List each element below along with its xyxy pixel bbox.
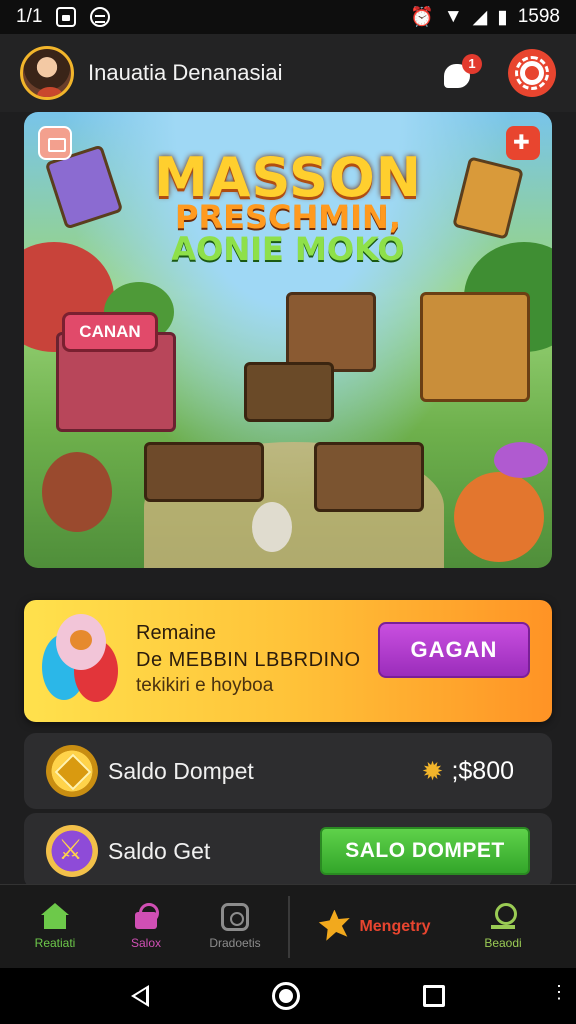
banner-subtitle-2: AONIE MOKO (171, 230, 405, 268)
username: Inauatia Denanasiai (88, 60, 283, 85)
fox-character (42, 452, 112, 532)
nav-label: Beaodi (484, 936, 522, 950)
wooden-house (286, 292, 376, 372)
claim-button[interactable]: GAGAN (378, 622, 530, 678)
robot-character (252, 502, 292, 552)
back-icon[interactable] (131, 985, 150, 1007)
notification-button[interactable]: 1 (444, 54, 482, 88)
location-pin-icon (489, 903, 517, 931)
offer-subtitle: De MEBBIN LBBRDINO (136, 649, 361, 671)
offer-detail: tekikiri e hoyboa (136, 675, 274, 696)
nav-label: Mengetry (359, 917, 431, 935)
wallet-button[interactable]: SALO DOMPET (320, 827, 530, 875)
wifi-icon: ▼ (443, 6, 463, 27)
nav-label: Dradoetis (209, 936, 261, 950)
nav-label: Salox (130, 936, 162, 950)
notification-badge: 1 (462, 54, 482, 74)
home-button-icon[interactable] (271, 982, 300, 1010)
star-badge-icon (318, 909, 350, 941)
gear-coin-icon: ✹ (421, 755, 444, 786)
get-balance-card[interactable]: Saldo Get SALO DOMPET (24, 813, 552, 889)
recents-icon[interactable] (422, 985, 445, 1007)
stall-sign: CANAN (62, 312, 158, 352)
gallery-icon[interactable] (38, 126, 72, 160)
puzzle-icon[interactable] (506, 126, 540, 160)
egg-bundle-icon (42, 614, 126, 706)
signal-icon: ◢ (472, 6, 488, 28)
sword-coin-icon (46, 825, 98, 877)
wallet-amount: ;$800 (451, 756, 514, 785)
status-bar: 1/1 ⏰ ▼ ◢ ▮ 1598 (0, 0, 576, 34)
nav-item-shop[interactable]: Salox (110, 903, 182, 950)
status-clock: 1598 (517, 6, 560, 27)
mushroom (494, 442, 548, 478)
gold-coin-icon (46, 745, 98, 797)
bottom-nav: Reatiati Salox Dradoetis Mengetry Beaodi (0, 884, 576, 968)
shop-house (420, 292, 530, 402)
fox-character (454, 472, 544, 562)
gear-icon (515, 56, 549, 90)
shop-icon (132, 903, 160, 931)
market-table (244, 362, 334, 422)
avatar[interactable] (20, 46, 74, 100)
camera-icon (221, 903, 249, 931)
offer-title: Remaine (136, 622, 217, 644)
crafting-table (314, 442, 424, 512)
image-icon (56, 7, 77, 27)
nav-item-location[interactable]: Beaodi (458, 903, 548, 950)
battery-icon: ▮ (497, 6, 508, 28)
nav-item-home[interactable]: Reatiati (0, 903, 110, 950)
get-label: Saldo Get (108, 837, 211, 864)
app-header: Inauatia Denanasiai 1 (0, 34, 576, 112)
status-time: 1/1 (16, 6, 43, 27)
alarm-icon: ⏰ (410, 7, 434, 28)
more-vert-icon[interactable]: ⋮ (550, 982, 568, 1003)
nav-item-mengetry[interactable]: Mengetry (290, 909, 458, 944)
system-nav-bar (0, 968, 576, 1024)
offer-card[interactable]: Remaine De MEBBIN LBBRDINO tekikiri e ho… (24, 600, 552, 722)
sync-icon (90, 7, 111, 27)
wallet-balance-card[interactable]: Saldo Dompet ✹ ;$800 (24, 733, 552, 809)
wallet-label: Saldo Dompet (108, 757, 254, 784)
garden-plot (144, 442, 264, 502)
hero-banner[interactable]: CANAN MASSON PRESCHMIN, AONIE MOKO (24, 112, 552, 568)
settings-button[interactable] (508, 49, 556, 97)
home-icon (41, 903, 69, 931)
nav-label: Reatiati (34, 936, 76, 950)
nav-item-products[interactable]: Dradoetis (182, 903, 288, 950)
